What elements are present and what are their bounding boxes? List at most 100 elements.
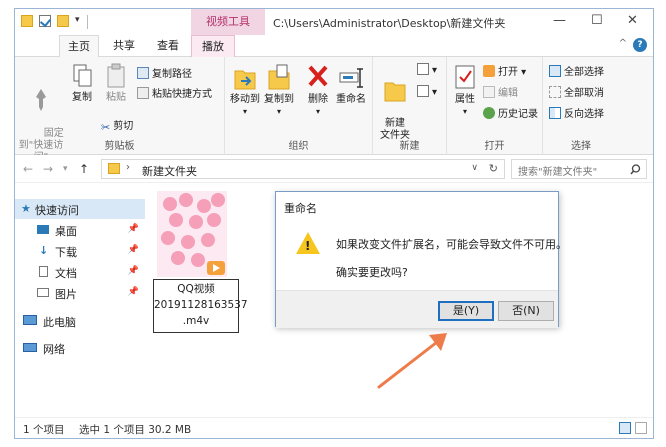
new-item-button[interactable]: ▾ <box>417 63 437 76</box>
recent-dropdown-icon[interactable]: ▾ <box>63 164 68 174</box>
copy-button[interactable]: 复制 <box>67 63 97 104</box>
move-to-button[interactable]: 移动到 ▾ <box>229 63 261 118</box>
tab-home[interactable]: 主页 <box>59 35 99 57</box>
paste-icon <box>107 63 125 88</box>
move-to-icon <box>234 70 256 90</box>
group-label-new: 新建 <box>399 141 420 152</box>
copy-path-icon <box>137 67 149 79</box>
nav-quick-access-label: 快速访问 <box>35 204 79 217</box>
cut-button[interactable]: ✂ 剪切 <box>101 117 134 134</box>
address-dropdown-icon[interactable]: ∨ <box>471 163 478 173</box>
delete-x-icon <box>308 65 328 87</box>
title-bar: ▾ 视频工具 C:\Users\Administrator\Desktop\新建… <box>15 9 653 35</box>
no-button[interactable]: 否(N) <box>498 301 554 321</box>
history-button[interactable]: 历史记录 <box>483 105 538 120</box>
group-organize: 移动到 ▾ 复制到 ▾ 删除 ▾ 重命名 组织 <box>225 57 373 155</box>
rename-button[interactable]: 重命名 <box>333 63 369 106</box>
refresh-icon[interactable]: ↻ <box>489 162 498 175</box>
nav-documents[interactable]: 文档 📌 <box>15 262 145 282</box>
rename-label: 重命名 <box>336 94 366 105</box>
folder-icon[interactable] <box>21 15 33 27</box>
heart-decoration <box>207 213 221 227</box>
open-button[interactable]: 打开 ▾ <box>483 63 526 78</box>
network-icon <box>23 343 37 352</box>
heart-decoration <box>181 235 195 249</box>
up-arrow-icon[interactable]: ↑ <box>79 162 89 176</box>
copy-to-button[interactable]: 复制到 ▾ <box>263 63 295 118</box>
pin-icon[interactable]: 📌 <box>128 266 139 276</box>
nav-downloads[interactable]: ↓ 下载 📌 <box>15 241 145 261</box>
tab-share[interactable]: 共享 <box>105 35 143 57</box>
heart-decoration <box>171 251 185 265</box>
file-name-editing[interactable]: QQ视频 20191128163537 .m4v <box>153 279 248 333</box>
delete-label: 删除 <box>308 94 328 105</box>
file-name-line: .m4v <box>182 315 210 327</box>
select-none-button[interactable]: 全部取消 <box>549 84 604 99</box>
new-folder-button[interactable]: 新建 文件夹 <box>377 63 413 142</box>
pin-icon[interactable]: 📌 <box>128 287 139 297</box>
file-item[interactable]: QQ视频 20191128163537 .m4v <box>153 187 248 333</box>
properties-button[interactable]: 属性 ▾ <box>451 63 479 118</box>
copy-icon <box>73 64 92 87</box>
new-folder-large-icon <box>384 82 406 102</box>
paste-shortcut-button[interactable]: 粘贴快捷方式 <box>137 85 212 100</box>
details-view-icon[interactable] <box>619 422 631 434</box>
navigation-pane: ★ 快速访问 桌面 📌 ↓ 下载 📌 文档 📌 图片 📌 此电脑 网络 <box>15 183 145 415</box>
select-all-label: 全部选择 <box>564 67 604 78</box>
forward-arrow-icon[interactable]: → <box>43 162 53 176</box>
nav-desktop-label: 桌面 <box>55 225 77 238</box>
large-icons-view-icon[interactable] <box>635 422 647 434</box>
edit-icon <box>483 86 495 98</box>
heart-decoration <box>163 197 177 211</box>
new-item-icon <box>417 63 429 75</box>
group-clipboard: 固定到"快速访问" 复制 粘贴 复制路径 粘贴快捷方式 ✂剪切 剪贴板 <box>15 57 225 163</box>
back-arrow-icon[interactable]: ← <box>23 162 33 176</box>
collapse-ribbon-icon[interactable]: ^ <box>619 38 627 49</box>
item-count: 1 个项目 <box>23 424 65 436</box>
copy-label: 复制 <box>72 92 92 103</box>
invert-selection-icon <box>549 107 561 119</box>
help-icon[interactable]: ? <box>633 38 647 52</box>
heart-decoration <box>189 215 203 229</box>
copy-path-button[interactable]: 复制路径 <box>137 65 192 80</box>
select-none-label: 全部取消 <box>564 88 604 99</box>
quick-access-dropdown-icon[interactable]: ▾ <box>75 15 80 25</box>
breadcrumb-folder[interactable]: 新建文件夹 <box>142 163 197 179</box>
select-all-button[interactable]: 全部选择 <box>549 63 604 78</box>
tab-play[interactable]: 播放 <box>191 35 235 57</box>
nav-pictures[interactable]: 图片 📌 <box>15 283 145 303</box>
nav-desktop[interactable]: 桌面 📌 <box>15 220 145 240</box>
context-tab-video-tools[interactable]: 视频工具 <box>191 9 265 35</box>
minimize-button[interactable]: — <box>553 13 566 28</box>
paste-button[interactable]: 粘贴 <box>101 63 131 104</box>
scissors-icon: ✂ <box>101 121 111 134</box>
dialog-title: 重命名 <box>284 202 317 215</box>
download-arrow-icon: ↓ <box>39 244 49 257</box>
maximize-button[interactable]: ☐ <box>591 13 603 28</box>
address-box[interactable]: › 新建文件夹 ∨ ↻ <box>101 159 505 179</box>
properties-check-icon[interactable] <box>39 15 51 27</box>
nav-quick-access[interactable]: ★ 快速访问 <box>15 199 145 219</box>
star-icon: ★ <box>21 202 31 215</box>
pin-icon[interactable]: 📌 <box>128 224 139 234</box>
edit-button[interactable]: 编辑 <box>483 84 518 99</box>
nav-this-pc[interactable]: 此电脑 <box>15 311 145 331</box>
search-icon <box>630 164 641 175</box>
delete-button[interactable]: 删除 ▾ <box>305 63 331 118</box>
rename-icon <box>339 68 363 88</box>
yes-button[interactable]: 是(Y) <box>438 301 494 321</box>
select-all-icon <box>549 65 561 77</box>
cut-label: 剪切 <box>113 121 134 132</box>
search-input[interactable]: 搜索"新建文件夹" <box>511 159 647 179</box>
history-label: 历史记录 <box>498 109 538 120</box>
nav-network[interactable]: 网络 <box>15 338 145 358</box>
copy-path-label: 复制路径 <box>152 69 192 80</box>
breadcrumb-chevron-icon[interactable]: › <box>126 162 130 173</box>
tab-view[interactable]: 查看 <box>149 35 187 57</box>
new-folder-icon[interactable] <box>57 15 69 27</box>
pin-icon[interactable]: 📌 <box>128 245 139 255</box>
invert-selection-button[interactable]: 反向选择 <box>549 105 604 120</box>
easy-access-button[interactable]: ▾ <box>417 85 437 98</box>
close-button[interactable]: ✕ <box>627 13 638 28</box>
move-to-label: 移动到 <box>230 94 260 105</box>
